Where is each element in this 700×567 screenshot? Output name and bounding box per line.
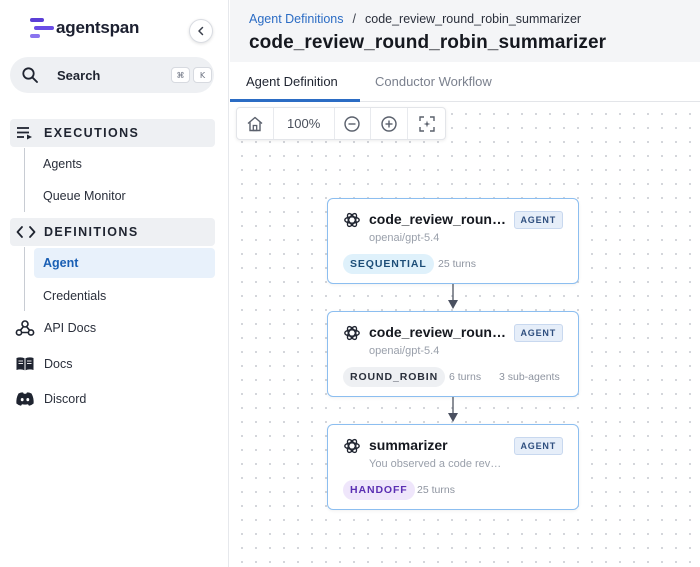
breadcrumb-current: code_review_round_robin_summarizer xyxy=(365,12,582,26)
turns-count: 25 turns xyxy=(438,258,476,270)
edge-arrow xyxy=(448,284,458,309)
zoom-level: 100% xyxy=(274,108,335,139)
tab-agent-definition[interactable]: Agent Definition xyxy=(246,74,338,89)
agent-node[interactable]: summarizer AGENT You observed a code rev… xyxy=(327,424,579,510)
webhook-icon xyxy=(14,318,36,338)
edge-arrow xyxy=(448,397,458,422)
fit-view-icon xyxy=(418,115,435,132)
zoom-in-icon xyxy=(381,115,397,132)
book-icon xyxy=(14,354,36,374)
home-icon xyxy=(247,116,263,131)
section-executions[interactable]: EXECUTIONS xyxy=(10,119,215,147)
search-label: Search xyxy=(57,68,101,83)
agent-node-title: code_review_roun… xyxy=(369,211,506,227)
tree-line xyxy=(24,148,25,212)
shortcut-key-cmd: ⌘ xyxy=(171,67,190,83)
zoom-out-button[interactable] xyxy=(335,108,372,139)
page-title: code_review_round_robin_summarizer xyxy=(249,32,607,53)
discord-icon xyxy=(14,389,36,409)
executions-icon xyxy=(17,127,32,140)
sidebar-item-label: API Docs xyxy=(44,321,97,335)
shortcut-key-k: K xyxy=(193,67,212,83)
strategy-badge: HANDOFF xyxy=(343,480,415,500)
sidebar-item-queue-monitor[interactable]: Queue Monitor xyxy=(34,181,215,211)
home-button[interactable] xyxy=(237,108,274,139)
agent-node-model: openai/gpt-5.4 xyxy=(369,232,440,244)
graph-canvas[interactable]: 100% code_review_roun… AGENT openai/gpt-… xyxy=(230,102,700,567)
sidebar-item-discord[interactable]: Discord xyxy=(14,388,86,410)
tab-bar: Agent Definition Conductor Workflow xyxy=(230,62,700,102)
openai-icon xyxy=(344,325,360,341)
section-definitions[interactable]: DEFINITIONS xyxy=(10,218,215,246)
section-executions-label: EXECUTIONS xyxy=(44,126,140,140)
agent-node-instructions: You observed a code rev… xyxy=(369,458,502,470)
page-header: Agent Definitions / code_review_round_ro… xyxy=(230,0,700,62)
agent-badge: AGENT xyxy=(513,324,563,342)
strategy-badge: SEQUENTIAL xyxy=(343,254,434,274)
code-icon xyxy=(16,226,36,238)
agent-node[interactable]: code_review_roun… AGENT openai/gpt-5.4 S… xyxy=(327,198,579,284)
sub-agents-count: 3 sub-agents xyxy=(499,371,560,383)
app-name: agentspan xyxy=(56,18,140,37)
tree-line xyxy=(24,247,25,311)
canvas-toolbar: 100% xyxy=(236,107,446,140)
breadcrumb: Agent Definitions / code_review_round_ro… xyxy=(249,12,581,26)
agent-node[interactable]: code_review_round… AGENT openai/gpt-5.4 … xyxy=(327,311,579,397)
sidebar-item-docs[interactable]: Docs xyxy=(14,353,72,375)
breadcrumb-separator: / xyxy=(352,12,356,26)
agentspan-logo-icon xyxy=(28,16,54,40)
agent-badge: AGENT xyxy=(513,437,563,455)
search-box[interactable]: Search ⌘ K xyxy=(10,57,214,93)
turns-count: 25 turns xyxy=(417,484,455,496)
sidebar-item-api-docs[interactable]: API Docs xyxy=(14,317,96,339)
openai-icon xyxy=(344,438,360,454)
search-icon xyxy=(22,67,38,83)
sidebar: agentspan Search ⌘ K EXECUTIONS Agents Q… xyxy=(0,0,229,567)
agent-node-title: summarizer xyxy=(369,437,448,453)
sidebar-item-label: Discord xyxy=(44,392,87,406)
agent-node-title: code_review_round… xyxy=(369,324,511,340)
tab-conductor-workflow[interactable]: Conductor Workflow xyxy=(375,74,492,89)
turns-count: 6 turns xyxy=(449,371,482,383)
section-definitions-label: DEFINITIONS xyxy=(44,225,139,239)
main-panel: Agent Definitions / code_review_round_ro… xyxy=(230,0,700,567)
sidebar-item-agent[interactable]: Agent xyxy=(34,248,215,278)
app-logo[interactable]: agentspan xyxy=(28,16,139,40)
sidebar-item-label: Docs xyxy=(44,357,73,371)
zoom-in-button[interactable] xyxy=(371,108,409,139)
collapse-sidebar-button[interactable] xyxy=(189,19,213,43)
breadcrumb-agent-definitions-link[interactable]: Agent Definitions xyxy=(249,12,344,26)
sidebar-item-credentials[interactable]: Credentials xyxy=(34,281,215,311)
agent-node-model: openai/gpt-5.4 xyxy=(369,345,440,357)
strategy-badge: ROUND_ROBIN xyxy=(343,367,446,387)
agent-badge: AGENT xyxy=(513,211,563,229)
openai-icon xyxy=(344,212,360,228)
zoom-out-icon xyxy=(344,115,361,132)
fit-view-button[interactable] xyxy=(408,108,445,139)
sidebar-item-agents[interactable]: Agents xyxy=(34,149,215,179)
chevron-left-icon xyxy=(198,26,204,36)
